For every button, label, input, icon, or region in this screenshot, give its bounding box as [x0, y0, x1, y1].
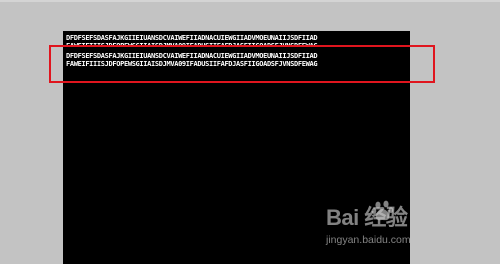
- top-edge: [0, 0, 500, 2]
- highlight-annotation-box: [49, 45, 435, 83]
- watermark-url: jingyan.baidu.com: [326, 234, 411, 246]
- baidu-paw-icon: [371, 200, 394, 221]
- screenshot-canvas: DFDFSEFSDASFAJKGIIEIUANSDCVAIWEFIIADNACU…: [0, 0, 500, 264]
- baidu-jingyan-watermark: Bai 经验 jingyan.baidu.com: [326, 196, 486, 256]
- console-text-line-1: DFDFSEFSDASFAJKGIIEIUANSDCVAIWEFIIADNACU…: [66, 34, 318, 42]
